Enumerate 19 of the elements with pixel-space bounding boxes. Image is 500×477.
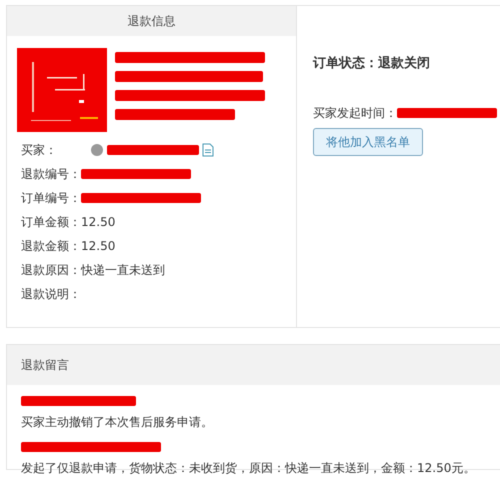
section-header: 退款留言 [7,345,500,385]
field-value: 12.50 [81,238,116,255]
field-label: 退款原因： [21,262,81,279]
field-label: 退款说明： [21,286,81,303]
field-value: 快递一直未送到 [81,262,165,279]
field-label: 退款编号： [21,166,81,183]
message-text: 发起了仅退款申请，货物状态：未收到货，原因：快递一直未送到，金额：12.50元。 [21,460,476,477]
field-label: 买家发起时间： [313,104,397,122]
field-label: 退款金额： [21,238,81,255]
field-label: 订单金额： [21,214,81,231]
blacklist-button[interactable]: 将他加入黑名单 [313,128,423,156]
section-header: 退款信息 [7,6,296,36]
field-label: 买家： [21,142,58,159]
order-status: 订单状态：退款关闭 [313,54,431,73]
note-icon[interactable] [202,143,214,157]
field-label: 订单编号： [21,190,81,207]
avatar-icon [91,144,103,156]
field-value: 12.50 [81,214,116,231]
message-text: 买家主动撤销了本次售后服务申请。 [21,414,214,431]
